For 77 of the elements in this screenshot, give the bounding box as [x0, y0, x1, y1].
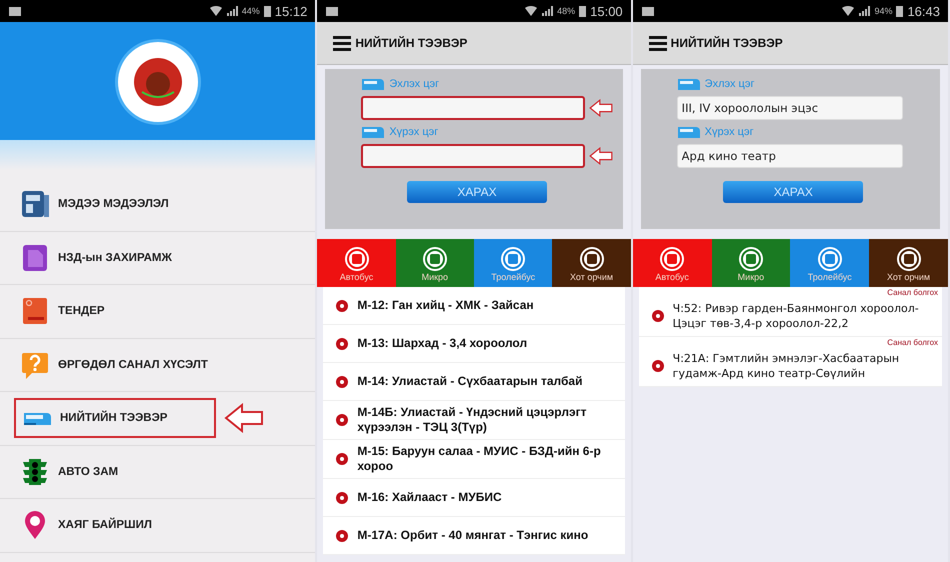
route-item[interactable]: М-17А: Орбит - 40 мянгат - Тэнгис кино: [323, 517, 625, 555]
route-item[interactable]: М-14Б: Улиастай - Үндэсний цэцэрлэгт хүрээлэн - ТЭЦ 3(Түр): [323, 401, 625, 440]
menu-icon: [648, 35, 667, 51]
field-label: Хүрэх цэг: [389, 126, 438, 138]
route-item[interactable]: М-12: Ган хийц - ХМК - Зайсан: [323, 287, 625, 325]
route-item[interactable]: М-15: Баруун салаа - МУИС - БЗД-ийн 6-р хороо: [323, 440, 625, 479]
battery-icon: [264, 5, 271, 17]
menu-item[interactable]: НИЙТИЙН ТЭЭВЭР: [14, 398, 216, 438]
menu-item[interactable]: ТЕНДЕР: [14, 291, 216, 332]
annotation-arrow-icon: [588, 99, 613, 117]
menu-icon: [333, 35, 352, 51]
route-name: М-12: Ган хийц - ХМК - Зайсан: [357, 298, 534, 313]
menu-item[interactable]: МЭДЭЭ МЭДЭЭЛЭЛ: [14, 184, 216, 224]
signal-icon: [226, 5, 238, 17]
app-title: НИЙТИЙН ТЭЭВЭР: [670, 36, 783, 50]
suggested-label: Санал болгох: [887, 338, 938, 347]
route-name: М-16: Хайлааст - МУБИС: [357, 490, 502, 505]
input-field[interactable]: Ард кино театр: [676, 144, 903, 168]
route-item[interactable]: Санал болгох Ч:21А: Гэмтлийн эмнэлэг-Хасбаатарын гудамж-Ард кино театр-Сөүлийн: [638, 337, 942, 387]
app-title: НИЙТИЙН ТЭЭВЭР: [355, 36, 468, 50]
record-dot-icon: [335, 413, 350, 427]
record-dot-icon: [650, 358, 665, 372]
record-dot-icon: [335, 452, 350, 466]
notification-icon: [8, 5, 22, 17]
route-item[interactable]: Санал болгох Ч:52: Ривэр гарден-Баянмонгол хороолол-Цэцэг төв-3,4-р хороолол-22,2: [638, 287, 942, 337]
annotation-arrow-icon: [588, 147, 613, 165]
book-icon: [20, 296, 50, 326]
wifi-icon: [842, 5, 854, 17]
notification-icon: [640, 5, 655, 17]
battery-percent: 44%: [242, 6, 260, 16]
menu-item[interactable]: ӨРГӨДӨЛ САНАЛ ХҮСЭЛТ: [14, 344, 216, 385]
battery-icon: [579, 5, 586, 17]
record-dot-icon: [335, 336, 350, 350]
battery-percent: 94%: [874, 6, 892, 16]
transport-tab[interactable]: Микро: [712, 239, 790, 287]
input-field[interactable]: [361, 96, 585, 120]
traffic-light-icon: [20, 456, 50, 487]
transport-tab[interactable]: Хот орчим: [552, 239, 631, 287]
notification-icon: [325, 5, 340, 17]
route-item[interactable]: М-16: Хайлааст - МУБИС: [323, 479, 625, 517]
route-name: Ч:52: Ривэр гарден-Баянмонгол хороолол-Цэцэг төв-3,4-р хороолол-22,2: [672, 300, 920, 330]
input-field[interactable]: III, IV хороололын эцэс: [676, 96, 903, 120]
field-label: Эхлэх цэг: [704, 78, 754, 90]
route-name: М-14Б: Улиастай - Үндэсний цэцэрлэгт хүрээлэн - ТЭЦ 3(Түр): [357, 405, 588, 435]
route-name: М-17А: Орбит - 40 мянгат - Тэнгис кино: [357, 528, 588, 543]
wifi-icon: [210, 5, 222, 17]
suggested-label: Санал болгох: [887, 288, 938, 297]
route-name: М-14: Улиастай - Сүхбаатарын талбай: [357, 374, 582, 389]
signal-icon: [541, 5, 554, 17]
record-dot-icon: [650, 308, 665, 322]
signal-icon: [858, 5, 870, 17]
record-dot-icon: [335, 528, 350, 542]
record-dot-icon: [335, 490, 350, 504]
record-dot-icon: [335, 374, 350, 388]
route-item[interactable]: М-13: Шархад - 3,4 хороолол: [323, 325, 625, 363]
record-dot-icon: [335, 298, 350, 312]
clock-time: 16:43: [907, 4, 940, 18]
transport-tab[interactable]: Хот орчим: [869, 239, 948, 287]
route-name: М-15: Баруун салаа - МУИС - БЗД-ийн 6-р хороо: [357, 444, 602, 474]
wifi-icon: [525, 5, 538, 17]
route-item[interactable]: М-14: Улиастай - Сүхбаатарын талбай: [323, 363, 625, 401]
annotation-arrow-icon: [224, 403, 264, 434]
field-label: Хүрэх цэг: [704, 126, 754, 138]
transport-tab[interactable]: Микро: [396, 239, 474, 287]
clock-time: 15:00: [590, 4, 623, 18]
menu-item[interactable]: НЗД-ын ЗАХИРАМЖ: [14, 238, 216, 278]
document-icon: [20, 242, 50, 273]
input-field[interactable]: [361, 144, 585, 168]
field-label: Эхлэх цэг: [389, 78, 440, 90]
newspaper-icon: [20, 189, 50, 220]
menu-item[interactable]: АВТО ЗАМ: [14, 452, 216, 492]
battery-icon: [896, 5, 904, 17]
route-name: Ч:21А: Гэмтлийн эмнэлэг-Хасбаатарын гудамж-Ард кино театр-Сөүлийн: [672, 350, 900, 380]
menu-item[interactable]: ХАЯГ БАЙРШИЛ: [14, 505, 216, 546]
battery-percent: 48%: [557, 6, 576, 16]
route-name: М-13: Шархад - 3,4 хороолол: [357, 336, 528, 351]
clock-time: 15:12: [274, 4, 308, 18]
